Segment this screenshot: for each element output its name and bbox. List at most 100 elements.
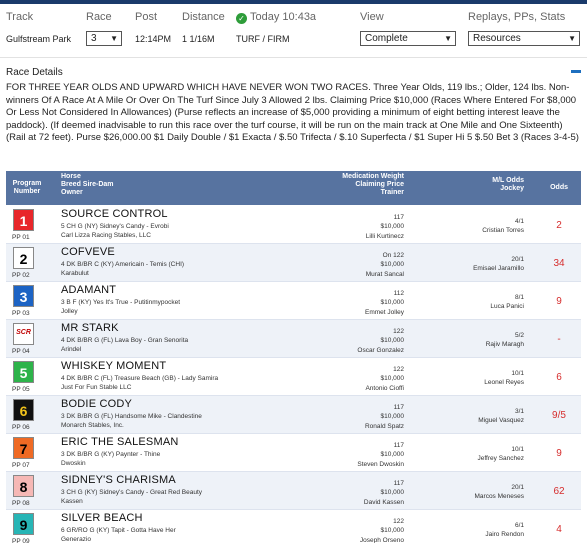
- program-number-badge: 2: [13, 247, 34, 269]
- live-odds: 2: [556, 220, 562, 231]
- distance-value: 1 1/16M: [182, 34, 215, 44]
- header-labels: Track Race Post Distance ✓ Today 10:43a V…: [0, 11, 587, 25]
- header-values: Gulfstream Park 3 ▼ 12:14PM 1 1/16M TURF …: [0, 30, 587, 48]
- top-accent-bar: [0, 0, 587, 4]
- table-row[interactable]: 2 PP 02 COFVEVE 4 DK B/BR C (KY) Americain …: [6, 244, 581, 282]
- breed-line: 3 DK B/BR G (KY) Paynter - Thine: [61, 451, 161, 458]
- claiming-price: $10,000: [380, 413, 405, 420]
- trainer-name: Oscar Gonzalez: [357, 347, 404, 354]
- program-number-badge: 7: [13, 437, 34, 459]
- horse-name[interactable]: SILVER BEACH: [61, 512, 143, 524]
- medication-weight: 117: [393, 480, 404, 487]
- program-number-badge: SCR: [13, 323, 34, 345]
- table-row[interactable]: 1 PP 01 SOURCE CONTROL 5 CH G (NY) Sidney's…: [6, 206, 581, 244]
- col-program: Program Number: [12, 180, 42, 196]
- pp-label: PP 09: [12, 538, 30, 543]
- breed-line: 4 DK B/BR G (FL) Lava Boy - Gran Senorit…: [61, 337, 189, 344]
- collapse-icon[interactable]: [571, 70, 581, 73]
- trainer-name: Steven Dwoskin: [357, 461, 404, 468]
- label-view: View: [360, 11, 384, 23]
- table-row[interactable]: SCR PP 04 MR STARK 4 DK B/BR G (FL) Lava Bo…: [6, 320, 581, 358]
- medication-weight: 122: [393, 518, 404, 525]
- claiming-price: $10,000: [380, 337, 405, 344]
- pp-label: PP 04: [12, 348, 30, 355]
- label-track: Track: [6, 11, 34, 23]
- program-number-badge: 1: [13, 209, 34, 231]
- pp-label: PP 05: [12, 386, 30, 393]
- live-odds: 9/5: [552, 410, 566, 421]
- table-row[interactable]: 3 PP 03 ADAMANT 3 B F (KY) Yes It's True - …: [6, 282, 581, 320]
- horse-name[interactable]: MR STARK: [61, 322, 119, 334]
- horse-name[interactable]: ADAMANT: [61, 284, 116, 296]
- ml-odds: 8/1: [514, 294, 524, 301]
- track-value[interactable]: Gulfstream Park: [6, 34, 71, 44]
- owner-line: Monarch Stables, Inc.: [61, 422, 124, 429]
- program-number-badge: 8: [13, 475, 34, 497]
- program-number-badge: 6: [13, 399, 34, 421]
- label-today: Today 10:43a: [250, 11, 317, 23]
- horse-name[interactable]: SOURCE CONTROL: [61, 208, 168, 220]
- jockey-name: Jeffrey Sanchez: [477, 455, 525, 462]
- owner-line: Dwoskin: [61, 460, 86, 467]
- horse-name[interactable]: WHISKEY MOMENT: [61, 360, 166, 372]
- view-select[interactable]: Complete ▼: [360, 31, 456, 46]
- program-number-badge: 3: [13, 285, 34, 307]
- live-odds: 9: [556, 296, 562, 307]
- col-med: Medication Weight Claiming Price Trainer: [342, 173, 404, 197]
- table-row[interactable]: 6 PP 06 BODIE CODY 3 DK B/BR G (FL) Handsom…: [6, 396, 581, 434]
- ml-odds: 10/1: [511, 446, 524, 453]
- medication-weight: 117: [393, 404, 404, 411]
- live-odds: 4: [556, 524, 562, 535]
- header-divider: [0, 57, 587, 58]
- pp-label: PP 06: [12, 424, 30, 431]
- claiming-price: $10,000: [380, 299, 405, 306]
- table-row[interactable]: 7 PP 07 ERIC THE SALESMAN 3 DK B/BR G (KY) …: [6, 434, 581, 472]
- race-select-value: 3: [91, 33, 97, 44]
- today-indicator: ✓ Today 10:43a: [236, 11, 316, 24]
- view-select-value: Complete: [365, 33, 408, 44]
- horse-name[interactable]: SIDNEY'S CHARISMA: [61, 474, 176, 486]
- horse-name[interactable]: ERIC THE SALESMAN: [61, 436, 179, 448]
- horse-name[interactable]: COFVEVE: [61, 246, 115, 258]
- jockey-name: Marcos Meneses: [474, 493, 525, 500]
- claiming-price: $10,000: [380, 489, 405, 496]
- pp-label: PP 07: [12, 462, 30, 469]
- medication-weight: 117: [393, 442, 404, 449]
- col-ml: M/L Odds Jockey: [492, 177, 524, 193]
- table-row[interactable]: 9 PP 09 SILVER BEACH 6 GR/RO G (KY) Tapit -…: [6, 510, 581, 543]
- label-distance: Distance: [182, 11, 225, 23]
- resources-select[interactable]: Resources ▼: [468, 31, 580, 46]
- breed-line: 3 CH G (KY) Sidney's Candy - Great Red B…: [61, 489, 203, 496]
- jockey-name: Emisael Jaramillo: [473, 265, 524, 272]
- check-circle-icon: ✓: [236, 13, 247, 24]
- medication-weight: 122: [393, 366, 404, 373]
- entries-table-header: Program Number Horse Breed Sire-Dam Owner M…: [6, 171, 581, 205]
- trainer-name: David Kassen: [363, 499, 404, 506]
- ml-odds: 10/1: [511, 370, 524, 377]
- claiming-price: $10,000: [380, 375, 405, 382]
- col-ml-label: M/L Odds: [492, 177, 524, 184]
- pp-label: PP 08: [12, 500, 30, 507]
- post-value: 12:14PM: [135, 34, 172, 44]
- horse-name[interactable]: BODIE CODY: [61, 398, 132, 410]
- col-breed-label: Breed Sire-Dam: [61, 181, 114, 188]
- live-odds: 34: [553, 258, 565, 269]
- trainer-name: Murat Sancal: [365, 271, 404, 278]
- owner-line: Just For Fun Stable LLC: [61, 384, 132, 391]
- chevron-down-icon: ▼: [444, 34, 452, 43]
- ml-odds: 3/1: [514, 408, 524, 415]
- table-row[interactable]: 8 PP 08 SIDNEY'S CHARISMA 3 CH G (KY) Sidne…: [6, 472, 581, 510]
- jockey-name: Miguel Vasquez: [478, 417, 524, 424]
- owner-line: Carl Lizza Racing Stables, LLC: [61, 232, 151, 239]
- claiming-price: $10,000: [380, 223, 405, 230]
- breed-line: 4 DK B/BR C (KY) Americain - Temis (CHI): [61, 261, 185, 268]
- live-odds: 6: [556, 372, 562, 383]
- owner-line: Generazio: [61, 536, 91, 543]
- breed-line: 4 DK B/BR C (FL) Treasure Beach (GB) - L…: [61, 375, 219, 382]
- table-row[interactable]: 5 PP 05 WHISKEY MOMENT 4 DK B/BR C (FL) Tre…: [6, 358, 581, 396]
- chevron-down-icon: ▼: [568, 34, 576, 43]
- race-select[interactable]: 3 ▼: [86, 31, 122, 46]
- owner-line: Karabulut: [61, 270, 89, 277]
- col-trainer-label: Trainer: [380, 189, 404, 196]
- medication-weight: 117: [393, 214, 404, 221]
